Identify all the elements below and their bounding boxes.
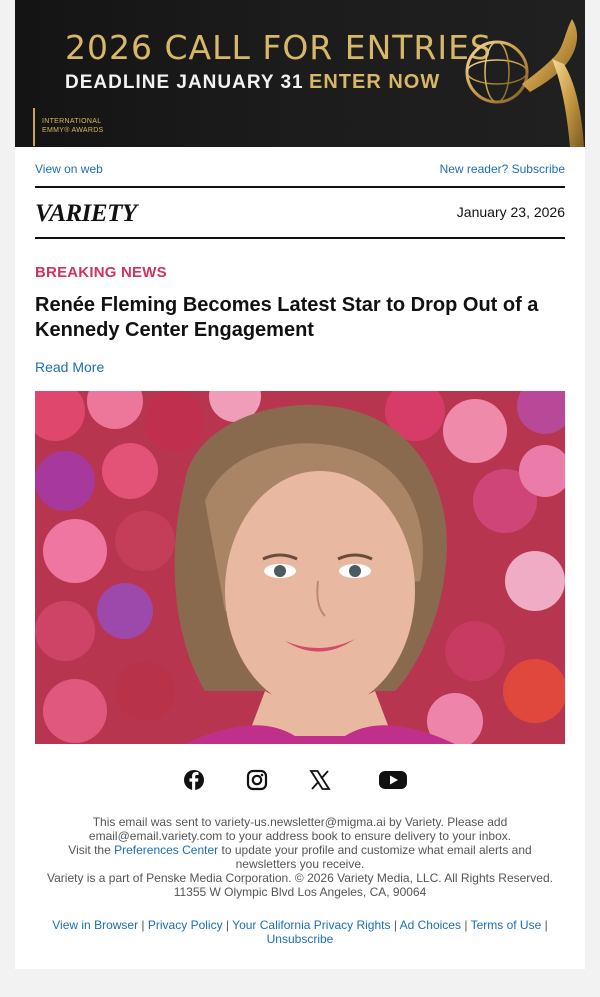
preferences-center-link[interactable]: Preferences Center bbox=[114, 843, 218, 857]
social-links bbox=[180, 766, 420, 794]
facebook-icon[interactable] bbox=[180, 766, 208, 794]
article-photo[interactable] bbox=[35, 391, 565, 744]
banner-logo-bar bbox=[33, 108, 35, 146]
ad-choices-link[interactable]: Ad Choices bbox=[400, 918, 461, 932]
visit-prefix: Visit the bbox=[68, 843, 111, 857]
footer-text: This email was sent to variety-us.newsle… bbox=[40, 815, 560, 899]
unsubscribe-link[interactable]: Unsubscribe bbox=[267, 932, 334, 946]
terms-of-use-link[interactable]: Terms of Use bbox=[471, 918, 542, 932]
legal-links: View in Browser | Privacy Policy | Your … bbox=[40, 918, 560, 946]
preferences-notice: Visit the Preferences Center to update y… bbox=[40, 843, 560, 871]
sent-notice: This email was sent to variety-us.newsle… bbox=[88, 815, 512, 843]
emmy-banner-ad[interactable]: 2026 CALL FOR ENTRIES DEADLINE JANUARY 3… bbox=[15, 0, 585, 147]
separator: | bbox=[464, 918, 468, 932]
banner-enter-now-button[interactable]: ENTER NOW bbox=[309, 71, 440, 94]
issue-date: January 23, 2026 bbox=[456, 204, 565, 220]
postal-address: 11355 W Olympic Blvd Los Angeles, CA, 90… bbox=[173, 885, 427, 899]
portrait-image bbox=[35, 391, 565, 744]
view-on-web-link[interactable]: View on web bbox=[35, 162, 103, 176]
x-icon[interactable] bbox=[306, 766, 334, 794]
subscribe-link[interactable]: New reader? Subscribe bbox=[440, 162, 565, 176]
logo-line-1: INTERNATIONAL bbox=[42, 118, 102, 125]
logo-line-2: EMMY® AWARDS bbox=[42, 127, 104, 134]
privacy-policy-link[interactable]: Privacy Policy bbox=[148, 918, 223, 932]
youtube-icon[interactable] bbox=[377, 766, 409, 794]
banner-headline: 2026 CALL FOR ENTRIES bbox=[65, 28, 492, 67]
divider-top bbox=[35, 186, 565, 188]
separator: | bbox=[225, 918, 230, 932]
variety-logo[interactable]: VARIETY bbox=[35, 200, 137, 228]
instagram-icon[interactable] bbox=[243, 766, 271, 794]
top-links: View on web New reader? Subscribe bbox=[35, 162, 565, 178]
article-headline[interactable]: Renée Fleming Becomes Latest Star to Dro… bbox=[35, 293, 555, 343]
masthead: VARIETY January 23, 2026 bbox=[35, 200, 565, 232]
banner-deadline: DEADLINE JANUARY 31 bbox=[65, 72, 304, 93]
international-emmy-logo: INTERNATIONAL EMMY® AWARDS bbox=[42, 117, 104, 135]
view-in-browser-link[interactable]: View in Browser bbox=[52, 918, 138, 932]
read-more-link[interactable]: Read More bbox=[35, 359, 104, 375]
separator: | bbox=[141, 918, 145, 932]
divider-bottom bbox=[35, 237, 565, 239]
separator: | bbox=[544, 918, 548, 932]
copyright-notice: Variety is a part of Penske Media Corpor… bbox=[47, 871, 553, 885]
separator: | bbox=[393, 918, 397, 932]
emmy-statuette-icon bbox=[465, 19, 584, 147]
breaking-news-label: BREAKING NEWS bbox=[35, 264, 167, 281]
visit-suffix: to update your profile and customize wha… bbox=[221, 843, 532, 871]
california-privacy-link[interactable]: Your California Privacy Rights bbox=[232, 918, 390, 932]
